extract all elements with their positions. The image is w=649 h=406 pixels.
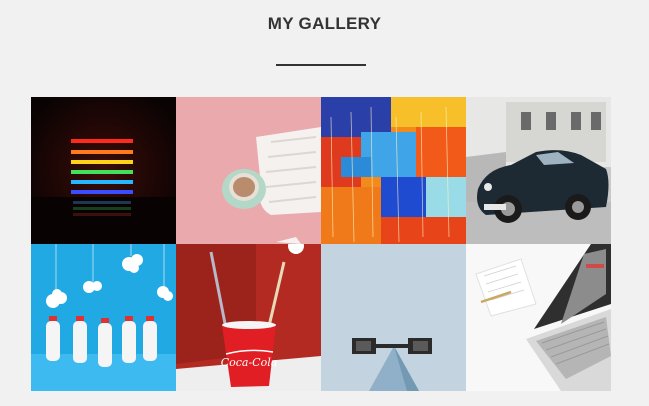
neon-lights-image (31, 97, 176, 244)
gallery-item-coca-cola-cup[interactable]: Coca-Cola (176, 244, 321, 391)
coca-cola-cup-image: Coca-Cola (176, 244, 321, 391)
gallery-item-coffee[interactable] (176, 97, 321, 244)
milk-bottles-image (31, 244, 176, 391)
abstract-shape-image (321, 244, 466, 391)
gallery-item-milk-bottles[interactable] (31, 244, 176, 391)
gallery-item-abstract-painting[interactable] (321, 97, 466, 244)
coca-cola-logo: Coca-Cola (221, 356, 278, 369)
gallery-item-neon-lights[interactable] (31, 97, 176, 244)
gallery-item-abstract-shape[interactable] (321, 244, 466, 391)
gallery-item-laptop[interactable] (466, 244, 611, 391)
gallery-item-vintage-car[interactable] (466, 97, 611, 244)
abstract-painting-image (321, 97, 466, 244)
page-title: MY GALLERY (267, 14, 382, 33)
gallery-grid: Coca-Cola (31, 97, 611, 391)
coffee-image (176, 97, 321, 244)
laptop-image (466, 244, 611, 391)
vintage-car-image (466, 97, 611, 244)
title-divider (276, 64, 366, 66)
